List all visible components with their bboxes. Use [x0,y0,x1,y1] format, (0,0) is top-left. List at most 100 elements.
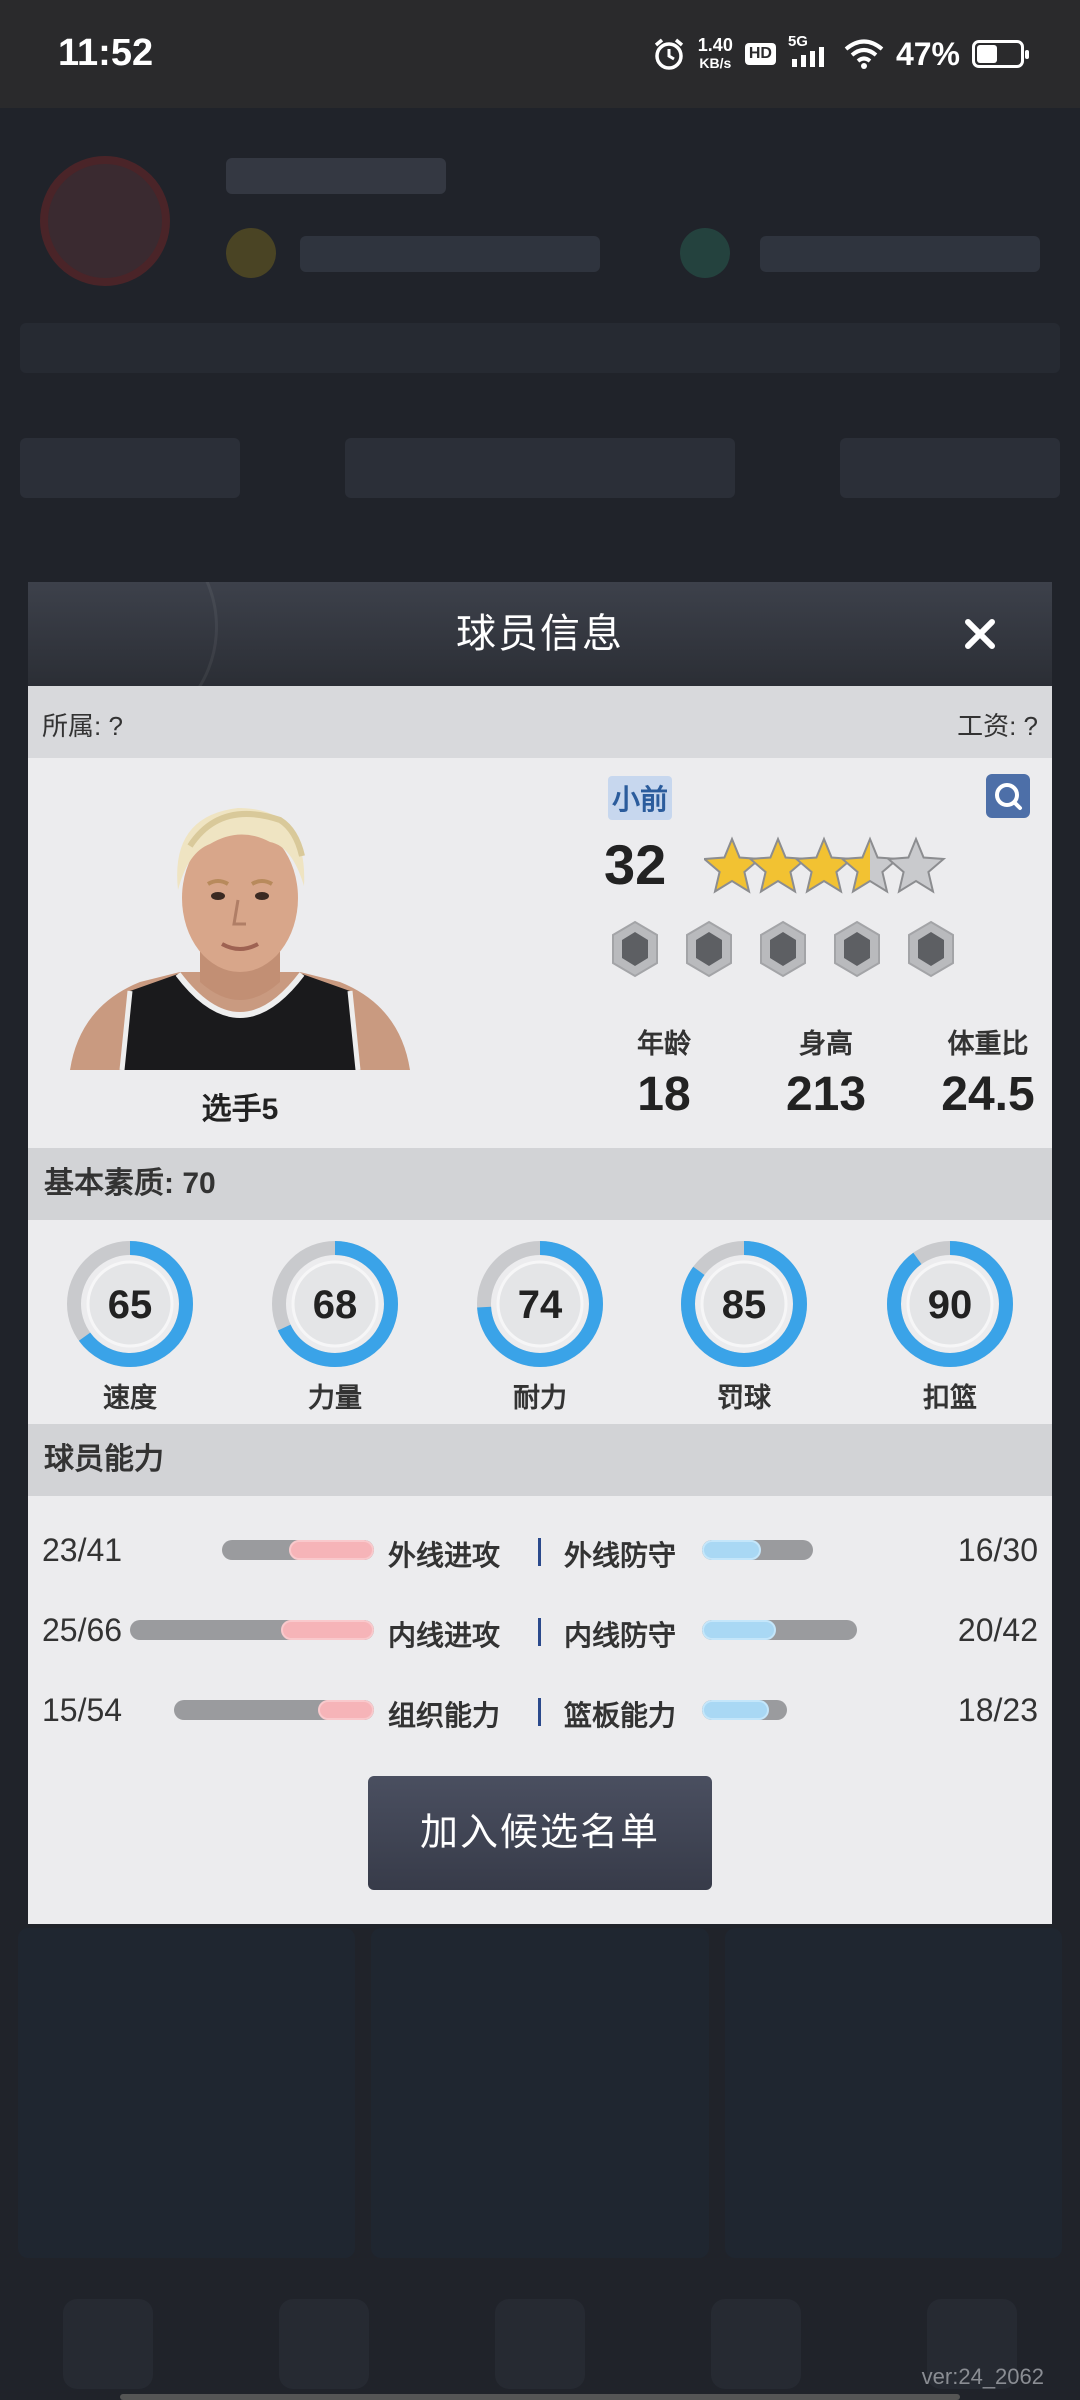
attribute-rings: 65 速度 68 力量 74 耐力 85 罚球 90 扣篮 [28,1220,1052,1424]
height-stat: 身高 213 [746,1022,906,1122]
team-name-placeholder [226,158,446,194]
offense-bar-fill [281,1620,374,1640]
age-stat: 年龄 18 [584,1022,744,1122]
close-button[interactable] [952,606,1008,662]
player-portrait [70,786,410,1070]
position-badge[interactable]: 小前 [608,776,673,820]
status-bar: 11:52 1.40 KB/s HD 5G 47% [0,0,1080,108]
player-name: 选手5 [201,1093,279,1126]
gem-balance [760,236,1040,272]
age-label: 年龄 [637,1029,691,1059]
gesture-bar [120,2394,960,2400]
close-icon [965,619,995,649]
ring-gauge: 65 [67,1241,193,1367]
status-icons: 1.40 KB/s HD 5G 47% [652,30,1029,78]
ring-value: 85 [722,1283,767,1327]
ring-value: 68 [313,1283,358,1327]
wifi-icon [844,39,884,69]
ability-row: 15/54 组织能力 篮板能力 18/23 [28,1678,1052,1738]
add-to-shortlist-button[interactable]: 加入候选名单 [368,1776,712,1890]
battery-icon [972,40,1029,68]
height-value: 213 [785,1068,867,1121]
ability-left-value: 25/66 [42,1612,123,1648]
filter-tabs [20,438,1060,498]
ability-separator [538,1618,541,1646]
basic-quality-header: 基本素质: 70 [28,1148,1052,1220]
weight-label: 体重比 [947,1029,1029,1059]
skill-badge-icon[interactable] [906,920,956,978]
offense-bar-fill [318,1700,374,1720]
skill-badge-icon[interactable] [758,920,808,978]
ring-5: 90 扣篮 [880,1234,1020,1415]
ring-gauge: 74 [477,1241,603,1367]
defense-bar-fill [702,1540,762,1560]
gem-icon [680,228,730,278]
star-icon [793,836,855,894]
star-rating [704,836,947,894]
skill-badges [610,920,956,978]
player-profile: 选手5 小前 32 年龄 18 身高 213 体重比 24.5 [28,758,1052,1148]
ability-right-value: 16/30 [957,1532,1038,1568]
network-speed: 1.40 KB/s [697,35,733,71]
search-button[interactable] [986,774,1030,818]
ability-left-value: 15/54 [42,1692,123,1728]
coin-icon [226,228,276,278]
version-label: ver:24_2062 [921,2364,1044,2389]
abilities-header: 球员能力 [28,1424,1052,1496]
age-value: 18 [637,1068,691,1121]
offense-bar-fill [288,1540,374,1560]
defense-bar-fill [702,1700,769,1720]
weight-value: 24.5 [941,1068,1035,1121]
ability-right-value: 18/23 [957,1692,1038,1728]
ring-gauge: 90 [887,1241,1013,1367]
ring-label: 速度 [103,1383,157,1413]
ability-right-value: 20/42 [957,1612,1038,1648]
skill-badge-icon[interactable] [610,920,660,978]
ability-row: 25/66 内线进攻 内线防守 20/42 [28,1598,1052,1658]
ability-left-name: 内线进攻 [388,1620,501,1651]
skill-badge-icon[interactable] [684,920,734,978]
ring-gauge: 68 [272,1241,398,1367]
ability-separator [538,1538,541,1566]
ring-value: 74 [518,1283,563,1327]
offense-bar [174,1700,374,1720]
background-cards [18,1928,1062,2258]
ring-value: 65 [108,1283,153,1327]
ring-label: 力量 [308,1383,362,1413]
affiliation-text: 所属: ? [42,711,123,741]
height-label: 身高 [799,1029,853,1059]
ring-label: 扣篮 [923,1383,977,1413]
defense-bar [702,1700,788,1720]
offense-bar [222,1540,374,1560]
ability-row: 23/41 外线进攻 外线防守 16/30 [28,1518,1052,1578]
ring-label: 罚球 [717,1383,771,1413]
star-icon [839,836,901,894]
team-logo [40,156,170,286]
star-icon [885,836,947,894]
alarm-icon [654,38,683,70]
ring-3: 74 耐力 [470,1234,610,1415]
hd-icon: HD [744,43,776,65]
dialog-title: 球员信息 [456,612,624,656]
overall-rating: 32 [604,833,667,896]
top-nav [20,323,1060,373]
search-icon [995,783,1022,810]
clock: 11:52 [58,32,154,74]
ring-4: 85 罚球 [674,1234,814,1415]
defense-bar [702,1540,813,1560]
coin-balance [300,236,600,272]
ring-label: 耐力 [513,1383,567,1413]
weight-stat: 体重比 24.5 [908,1022,1052,1122]
star-icon [704,836,763,894]
salary-text: 工资: ? [957,711,1038,741]
ability-left-name: 组织能力 [388,1700,501,1731]
ability-right-name: 外线防守 [564,1540,677,1571]
player-info-dialog: 球员信息 所属: ? 工资: ? 选手5 小前 32 年龄 18 身高 213 … [28,582,1052,1924]
skill-badge-icon[interactable] [832,920,882,978]
offense-bar [129,1620,374,1640]
bottom-nav [0,2288,1080,2400]
battery-percent: 47% [895,35,960,72]
dialog-header: 球员信息 [28,582,1052,742]
ring-1: 65 速度 [60,1234,200,1415]
ability-right-name: 内线防守 [564,1620,677,1651]
